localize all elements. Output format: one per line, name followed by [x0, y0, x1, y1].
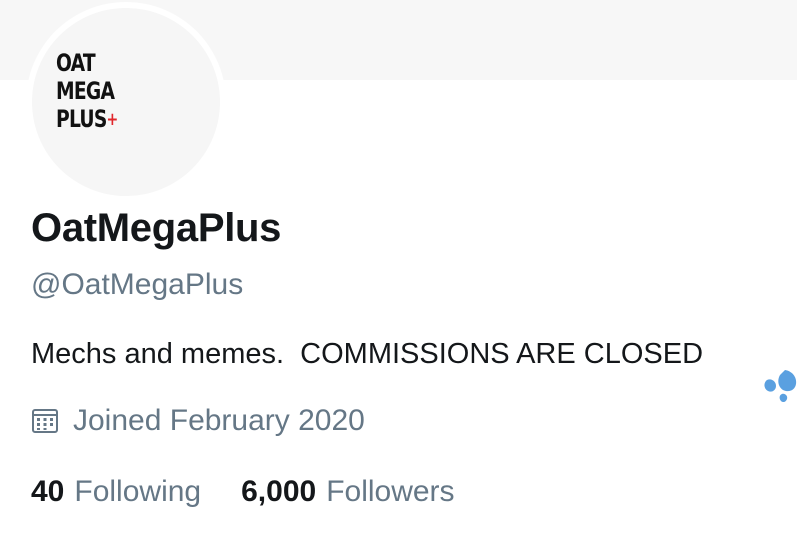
following-count: 40 — [31, 475, 65, 508]
avatar-logo-line: PLUS+ — [56, 105, 118, 134]
avatar-logo-plus: + — [106, 109, 119, 130]
followers-count: 6,000 — [241, 475, 317, 508]
avatar-logo: OAT MEGA PLUS+ — [56, 49, 118, 134]
following-link[interactable]: 40 Following — [31, 475, 201, 509]
bio-text: Mechs and memes. COMMISSIONS ARE CLOSED — [31, 337, 704, 370]
avatar-logo-line: MEGA — [56, 77, 115, 105]
user-handle: @OatMegaPlus — [31, 268, 244, 301]
calendar-icon — [31, 407, 59, 435]
joined-date-text: Joined February 2020 — [73, 404, 365, 437]
display-name: OatMegaPlus — [31, 206, 282, 250]
followers-label: Followers — [326, 475, 455, 508]
followers-link[interactable]: 6,000 Followers — [241, 475, 454, 509]
follow-stats: 40 Following 6,000 Followers — [31, 475, 495, 509]
joined-date: Joined February 2020 — [31, 404, 365, 438]
avatar-logo-line: OAT — [56, 49, 96, 77]
following-label: Following — [74, 475, 202, 508]
sweat-droplets-icon — [711, 335, 797, 403]
profile-page: OAT MEGA PLUS+ OatMegaPlus @OatMegaPlus … — [0, 0, 797, 534]
profile-bio: Mechs and memes. COMMISSIONS ARE CLOSED — [31, 335, 797, 403]
avatar-logo-line-text: PLUS — [56, 105, 107, 133]
